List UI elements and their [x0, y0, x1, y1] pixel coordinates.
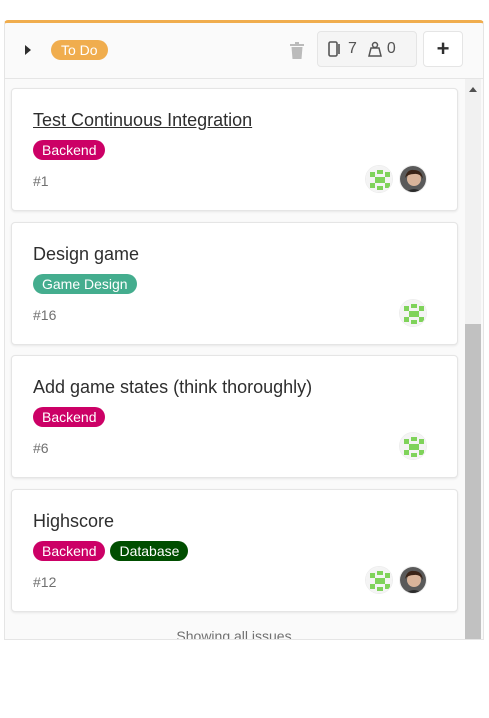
issue-card[interactable]: Highscore Backend Database #12 — [11, 488, 458, 612]
trash-icon[interactable] — [290, 42, 304, 59]
assignee-identicon-avatar[interactable] — [399, 432, 427, 460]
issue-card[interactable]: Design game Game Design #16 — [11, 221, 458, 345]
issue-title[interactable]: Add game states (think thoroughly) — [33, 377, 312, 398]
issue-labels: Backend Database — [33, 540, 189, 561]
issues-icon — [328, 41, 342, 57]
scrollbar[interactable] — [465, 79, 481, 639]
issue-label[interactable]: Database — [110, 540, 189, 561]
showing-all-issues: Showing all issues — [176, 628, 292, 640]
issue-labels: Backend — [33, 140, 106, 160]
assignee-identicon-avatar[interactable] — [365, 565, 393, 594]
list-label-badge[interactable]: To Do — [51, 40, 108, 60]
issue-labels: Backend — [33, 407, 106, 427]
assignees — [399, 432, 427, 460]
issue-title[interactable]: Test Continuous Integration — [33, 110, 252, 131]
scrollbar-thumb[interactable] — [465, 324, 481, 639]
issue-label[interactable]: Backend — [33, 140, 106, 160]
issue-count: 7 — [348, 40, 357, 57]
add-issue-button[interactable]: + — [423, 31, 463, 67]
issue-title[interactable]: Highscore — [33, 511, 114, 532]
list-header: To Do 7 0 + — [5, 23, 483, 79]
issue-label[interactable]: Backend — [33, 540, 106, 561]
assignee-identicon-avatar[interactable] — [365, 165, 393, 193]
assignee-photo-avatar[interactable] — [399, 165, 427, 193]
issue-card[interactable]: Add game states (think thoroughly) Backen… — [11, 355, 458, 478]
issue-number: #16 — [33, 306, 57, 323]
issues-scroller[interactable]: Test Continuous Integration Backend #1 Des… — [5, 79, 483, 639]
list-counts: 7 0 — [317, 31, 417, 67]
issue-number: #6 — [33, 440, 49, 456]
weight-count: 0 — [386, 40, 396, 57]
assignees — [365, 565, 427, 594]
issue-label[interactable]: Backend — [33, 407, 106, 427]
issue-title[interactable]: Design game — [33, 244, 139, 265]
issue-number: #12 — [33, 573, 57, 590]
issue-labels: Game Design — [33, 273, 137, 294]
scroll-up-icon[interactable] — [469, 87, 477, 92]
collapse-toggle-icon[interactable] — [25, 45, 31, 55]
assignee-photo-avatar[interactable] — [399, 565, 427, 594]
board-list-todo: To Do 7 0 + Test Continuous Integration … — [4, 20, 484, 640]
issue-label[interactable]: Game Design — [33, 273, 137, 294]
assignees — [365, 165, 427, 193]
assignee-identicon-avatar[interactable] — [399, 298, 427, 327]
assignees — [399, 298, 427, 327]
issue-card[interactable]: Test Continuous Integration Backend #1 — [11, 88, 458, 211]
issue-number: #1 — [33, 173, 49, 189]
weight-icon — [367, 41, 382, 57]
